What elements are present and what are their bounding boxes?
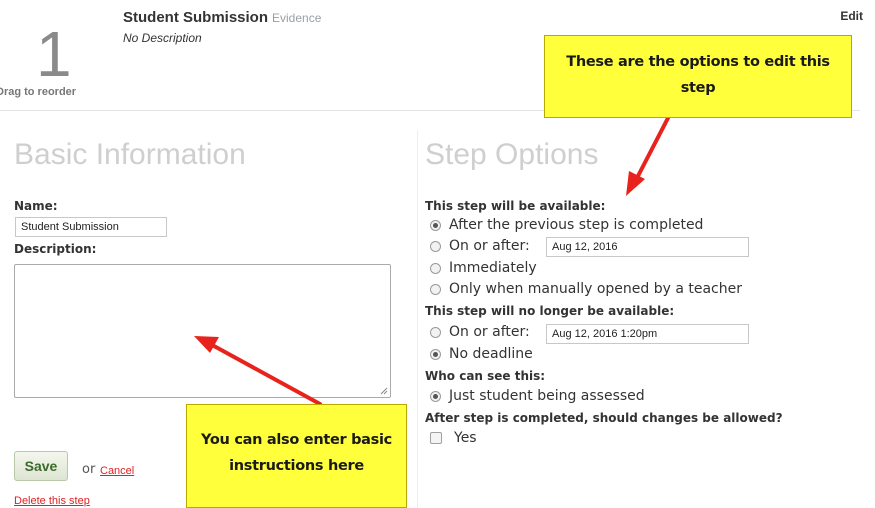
callout-line: You can also enter basic bbox=[201, 432, 392, 448]
callout-line: step bbox=[680, 80, 716, 96]
callout-line: instructions here bbox=[229, 458, 364, 474]
callout-line: These are the options to edit this bbox=[566, 54, 830, 70]
options-arrow-icon bbox=[626, 116, 670, 196]
options-callout: These are the options to edit this step bbox=[544, 35, 852, 118]
basic-info-callout: You can also enter basic instructions he… bbox=[186, 404, 407, 508]
description-arrow-icon bbox=[194, 336, 322, 406]
